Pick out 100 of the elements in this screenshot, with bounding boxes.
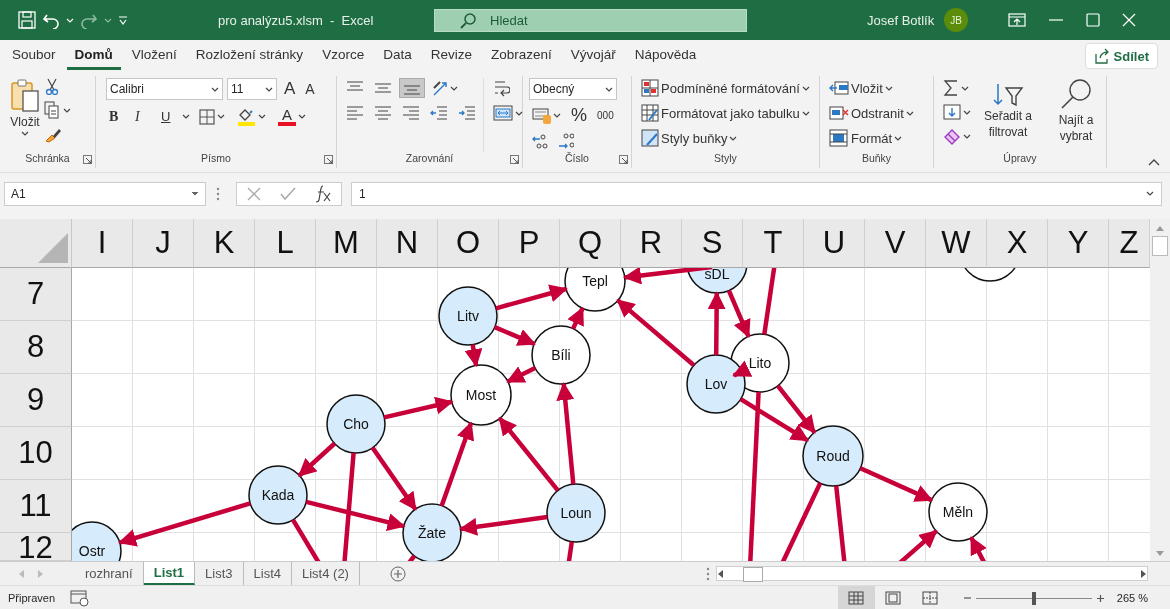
column-header[interactable]: L [255, 219, 316, 268]
group-label: Číslo [564, 152, 590, 166]
scroll-up-icon[interactable] [1155, 225, 1165, 232]
menu-tab[interactable]: Nápověda [626, 42, 705, 70]
insert-function-icon[interactable] [315, 184, 332, 203]
column-header[interactable]: V [865, 219, 926, 268]
thousands-button[interactable]: 000 [594, 109, 617, 122]
formula-field[interactable]: 1 [351, 181, 1162, 206]
caret-icon [450, 85, 458, 91]
bold-button[interactable]: B [106, 107, 126, 126]
caret-icon [884, 85, 893, 91]
copy-icon[interactable] [44, 101, 59, 119]
scissors-icon[interactable] [44, 78, 60, 95]
menu-tab[interactable]: Rozložení stránky [187, 42, 312, 70]
zoom-in-icon[interactable] [1095, 593, 1105, 603]
orient-icon [432, 79, 448, 97]
column-header[interactable]: P [499, 219, 560, 268]
menu-tab[interactable]: Domů [66, 42, 121, 70]
dialog-launcher-icon[interactable] [324, 155, 333, 164]
horizontal-scrollbar[interactable] [716, 566, 1148, 581]
menu-tab[interactable]: Soubor [4, 42, 64, 70]
cell-styles-button[interactable]: Styly buňky [638, 128, 813, 148]
menu-tab[interactable]: Data [375, 42, 420, 70]
column-header[interactable]: U [804, 219, 865, 268]
share-button[interactable]: Sdílet [1084, 43, 1158, 69]
scroll-left-icon[interactable] [717, 568, 724, 579]
column-header[interactable]: M [316, 219, 377, 268]
caret-icon [217, 114, 225, 119]
collapse-ribbon-icon[interactable] [1148, 159, 1160, 166]
save-icon[interactable] [18, 11, 36, 29]
column-header[interactable]: Z [1109, 219, 1150, 268]
connector-arrow [493, 325, 536, 346]
column-header[interactable]: X [987, 219, 1048, 268]
shrink-font-button[interactable]: A [302, 80, 318, 98]
column-header[interactable]: I [72, 219, 133, 268]
paste-button[interactable]: Vložit [6, 78, 44, 152]
close-icon[interactable] [1122, 13, 1137, 27]
search-field[interactable]: Hledat [434, 8, 747, 32]
dialog-launcher-icon[interactable] [510, 155, 519, 164]
delete-cells-button[interactable]: Odstranit [826, 103, 917, 123]
menu-tab[interactable]: Zobrazení [482, 42, 560, 70]
row-header[interactable]: 11 [0, 480, 72, 533]
row-header[interactable]: 10 [0, 427, 72, 480]
column-header[interactable]: R [621, 219, 682, 268]
column-header[interactable]: S [682, 219, 743, 268]
underline-button[interactable]: U [158, 108, 176, 125]
format-table-button[interactable]: Formátovat jako tabulku [638, 103, 813, 123]
italic-button[interactable]: I [132, 107, 152, 126]
number-format-field[interactable]: Obecný [529, 78, 617, 100]
insert-cells-button[interactable]: Vložit [826, 78, 917, 98]
scroll-down-icon[interactable] [1155, 550, 1165, 557]
ribbon-display-icon[interactable] [1008, 12, 1027, 28]
row-header[interactable]: 7 [0, 268, 72, 321]
scroll-thumb[interactable] [743, 567, 763, 582]
dialog-launcher-icon[interactable] [83, 155, 92, 164]
user-avatar[interactable]: JB [944, 8, 969, 32]
column-header[interactable]: W [926, 219, 987, 268]
scroll-right-icon[interactable] [1140, 568, 1147, 579]
font-size-field[interactable]: 11 [227, 78, 277, 100]
maximize-icon[interactable] [1086, 13, 1101, 27]
view-button[interactable] [837, 586, 875, 609]
find-select-button[interactable]: Najít a vybrat [1042, 78, 1110, 152]
column-header[interactable]: T [743, 219, 804, 268]
scroll-thumb[interactable] [1152, 236, 1168, 256]
column-header[interactable]: O [438, 219, 499, 268]
column-header[interactable]: J [133, 219, 194, 268]
sort-filter-button[interactable]: Seřadit a filtrovat [974, 78, 1042, 152]
customize-icon[interactable] [118, 15, 128, 25]
caret-icon[interactable] [182, 114, 190, 119]
caret-icon[interactable] [63, 107, 71, 113]
name-box[interactable]: A1 [4, 181, 206, 206]
grow-font-button[interactable]: A [281, 78, 299, 100]
row-header[interactable]: 12 [0, 533, 72, 561]
row-header[interactable]: 9 [0, 374, 72, 427]
node-label: Roud [816, 448, 850, 464]
row-header[interactable]: 8 [0, 321, 72, 374]
menu-tab[interactable]: Vzorce [314, 42, 373, 70]
drag-handle-icon[interactable] [706, 566, 710, 581]
conditional-format-button[interactable]: Podmíněné formátování [638, 78, 813, 98]
dialog-launcher-icon[interactable] [619, 155, 628, 164]
add-sheet-icon[interactable] [389, 565, 406, 582]
menu-tab[interactable]: Revize [422, 42, 480, 70]
font-name-field[interactable]: Calibri [106, 78, 223, 100]
check-icon [280, 186, 296, 201]
column-header[interactable]: N [377, 219, 438, 268]
percent-button[interactable]: % [568, 104, 590, 127]
column-header[interactable]: K [194, 219, 255, 268]
macro-icon[interactable] [70, 589, 90, 607]
slider-thumb[interactable] [1031, 591, 1036, 605]
drag-handle-icon[interactable] [216, 186, 220, 201]
caret-icon [298, 114, 306, 119]
column-header[interactable]: Y [1048, 219, 1109, 268]
zoom-level[interactable]: 265 % [1116, 592, 1148, 604]
cdel-icon [829, 104, 849, 122]
format-cells-button[interactable]: Formát [826, 128, 917, 148]
column-header[interactable]: Q [560, 219, 621, 268]
font-color-button[interactable]: A [275, 106, 309, 127]
sheet-tab[interactable]: List1 [143, 562, 196, 585]
menu-tab[interactable]: Vložení [123, 42, 185, 70]
menu-tab[interactable]: Vývojář [562, 42, 624, 70]
